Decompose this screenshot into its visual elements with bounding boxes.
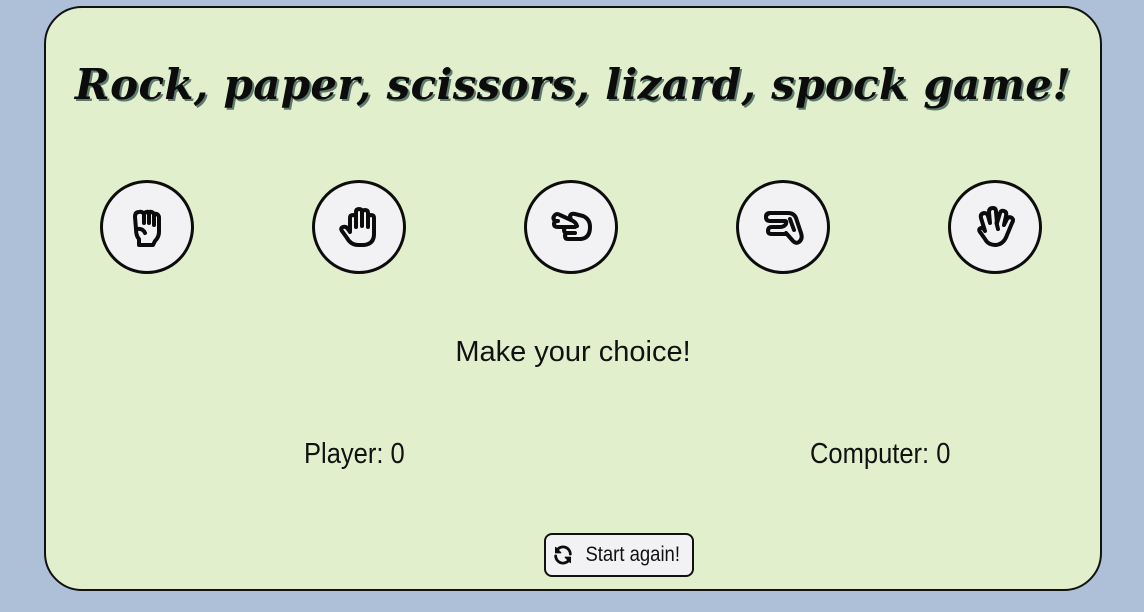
scissors-button[interactable] xyxy=(524,180,618,274)
hand-scissors-icon xyxy=(551,211,592,241)
rock-button[interactable] xyxy=(100,180,194,274)
player-score: Player: 0 xyxy=(304,438,405,470)
lizard-button[interactable] xyxy=(736,180,830,274)
hand-paper-icon xyxy=(339,207,376,247)
paper-button[interactable] xyxy=(312,180,406,274)
game-message: Make your choice! xyxy=(455,336,691,368)
spock-button[interactable] xyxy=(948,180,1042,274)
game-card: Rock, paper, scissors, lizard, spock gam… xyxy=(44,6,1102,591)
rotate-icon xyxy=(552,544,574,566)
hand-lizard-icon xyxy=(764,211,804,245)
start-again-label: Start again! xyxy=(585,543,680,566)
start-again-button[interactable]: Start again! xyxy=(544,533,694,577)
hand-back-fist-icon xyxy=(133,209,161,247)
hand-spock-icon xyxy=(977,206,1015,247)
game-title: Rock, paper, scissors, lizard, spock gam… xyxy=(74,60,1072,109)
computer-score: Computer: 0 xyxy=(810,438,951,470)
